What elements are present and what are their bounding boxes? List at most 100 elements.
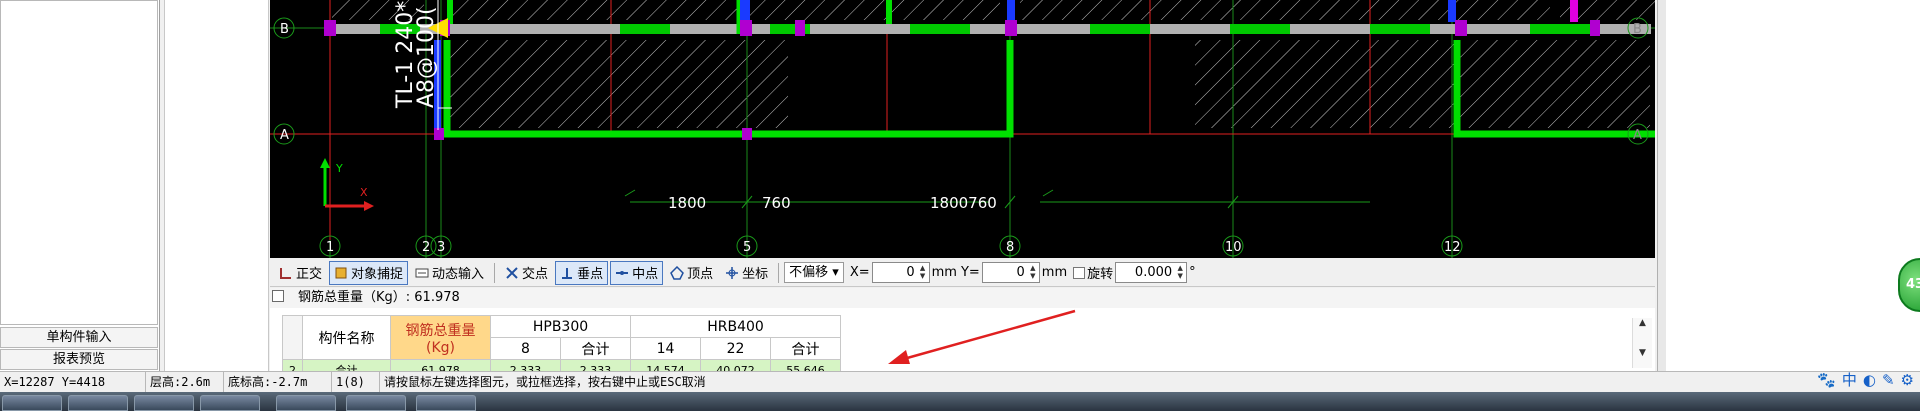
taskbar-button[interactable] xyxy=(346,395,406,411)
column-header-hpb300-8[interactable]: 8 xyxy=(490,337,561,360)
intersection-label: 交点 xyxy=(522,267,549,282)
perpendicular-label: 垂点 xyxy=(577,267,604,282)
column-header-hpb300[interactable]: HPB300 xyxy=(490,315,631,338)
object-snap-icon xyxy=(334,266,348,280)
intersection-snap-toggle[interactable]: 交点 xyxy=(500,261,553,285)
column-header-hrb400[interactable]: HRB400 xyxy=(630,315,841,338)
right-panel xyxy=(1657,0,1920,371)
rebar-result-panel: 钢筋总重量（Kg）: 61.978 构件名称 钢筋总重量(Kg) HPB300 … xyxy=(270,288,1655,382)
collapse-icon[interactable] xyxy=(272,290,284,302)
rebar-total-title: 钢筋总重量（Kg）: 61.978 xyxy=(270,288,1655,308)
vertex-snap-toggle[interactable]: 顶点 xyxy=(665,261,718,285)
taskbar-button[interactable] xyxy=(276,395,336,411)
beam-label-line2: A8@100( xyxy=(414,6,439,108)
component-list-panel: 单构件输入 报表预览 xyxy=(0,0,160,371)
status-hint: 请按鼠标左键选择图元，或拉框选择，按右键中止或ESC取消 xyxy=(384,374,706,389)
coordinate-label: 坐标 xyxy=(742,267,769,282)
annotation-arrow xyxy=(888,309,1076,364)
taskbar-button[interactable] xyxy=(416,395,476,411)
ucs-x-label: X xyxy=(360,186,368,199)
axis-label-col-3: 3 xyxy=(437,240,445,255)
axis-label-col-1: 1 xyxy=(326,240,334,255)
column-header-hrb400-sum[interactable]: 合计 xyxy=(770,337,841,360)
ime-chinese-icon[interactable]: 中 xyxy=(1842,369,1857,390)
axis-label-col-12: 12 xyxy=(1444,240,1461,255)
app-window: 单构件输入 报表预览 B A B A 1 2 3 5 8 10 12 1800 … xyxy=(0,0,1920,411)
component-tree[interactable] xyxy=(0,0,158,325)
ucs-y-label: Y xyxy=(335,162,343,175)
axis-label-a: A xyxy=(280,128,289,143)
offset-mode-dropdown[interactable]: 不偏移 ▾ xyxy=(784,262,844,283)
rebar-total-text: 钢筋总重量（Kg）: 61.978 xyxy=(298,290,460,305)
dynamic-input-icon xyxy=(415,266,429,280)
x-offset-spinner[interactable]: ▲ ▼ xyxy=(918,264,928,281)
floor-height: 层高:2.6m xyxy=(146,371,224,393)
axis-label-col-5: 5 xyxy=(743,240,751,255)
report-preview-button[interactable]: 报表预览 xyxy=(0,349,158,370)
axis-label-a-right: A xyxy=(1633,128,1642,143)
column-header-hpb300-sum[interactable]: 合计 xyxy=(560,337,631,360)
perpendicular-snap-toggle[interactable]: 垂点 xyxy=(555,260,609,285)
column-header-hrb400-14[interactable]: 14 xyxy=(630,337,701,360)
x-offset-value: 0 xyxy=(906,265,915,280)
pen-icon[interactable]: ✎ xyxy=(1882,371,1895,389)
x-offset-input[interactable]: 0 ▲ ▼ xyxy=(871,262,930,283)
x-label: X= xyxy=(849,265,870,280)
vertex-icon xyxy=(670,265,685,280)
property-panel xyxy=(164,0,269,371)
dimension-760: 760 xyxy=(762,194,791,212)
toolbar-separator xyxy=(494,262,496,283)
taskbar-button[interactable] xyxy=(200,395,260,411)
midpoint-label: 中点 xyxy=(632,267,659,282)
y-unit-label: mm xyxy=(1041,265,1068,280)
taskbar-button[interactable] xyxy=(2,395,62,411)
orthogonal-label: 正交 xyxy=(296,267,323,282)
midpoint-snap-toggle[interactable]: 中点 xyxy=(610,260,664,285)
coordinate-icon xyxy=(725,266,739,280)
taskbar-button[interactable] xyxy=(68,395,128,411)
bottom-elevation: 底标高:-2.7m xyxy=(224,371,332,393)
rotate-angle-spinner[interactable]: ▲ ▼ xyxy=(1175,264,1185,281)
midpoint-icon xyxy=(615,266,629,280)
settings-icon[interactable]: ⚙ xyxy=(1901,371,1914,389)
y-offset-input[interactable]: 0 ▲ ▼ xyxy=(981,262,1040,283)
rotate-checkbox[interactable] xyxy=(1073,266,1086,279)
os-taskbar xyxy=(0,392,1920,411)
y-offset-spinner[interactable]: ▲ ▼ xyxy=(1028,264,1038,281)
dynamic-input-label: 动态输入 xyxy=(432,267,485,282)
dimension-1800: 1800 xyxy=(668,194,706,212)
drawing-canvas[interactable]: B A B A 1 2 3 5 8 10 12 1800 760 1800760… xyxy=(270,0,1655,258)
rotate-angle-input[interactable]: 0.000 ▲ ▼ xyxy=(1115,262,1188,283)
snap-toolbar: 正交 对象捕捉 动态输入 交点 垂点 中点 顶点 坐标 不偏移 ▾ X= 0 ▲… xyxy=(270,259,1655,287)
half-width-icon[interactable]: ◐ xyxy=(1863,371,1876,389)
intersection-icon xyxy=(505,266,519,280)
cursor-coordinates: X=12287 Y=4418 xyxy=(0,371,146,393)
degree-label: ° xyxy=(1189,265,1196,280)
rotate-angle-value: 0.000 xyxy=(1134,265,1173,280)
status-bar: X=12287 Y=4418 层高:2.6m 底标高:-2.7m 1(8) 请按… xyxy=(0,371,1920,393)
axis-label-col-10: 10 xyxy=(1225,240,1242,255)
floor-index: 1(8) xyxy=(332,371,380,393)
x-unit-label: mm xyxy=(931,265,957,280)
orthogonal-toggle[interactable]: 正交 xyxy=(274,261,327,285)
axis-label-b-right: B xyxy=(1633,22,1642,37)
single-component-input-button[interactable]: 单构件输入 xyxy=(0,327,158,348)
table-vertical-scrollbar[interactable]: ▲ ▼ xyxy=(1632,318,1652,368)
y-offset-value: 0 xyxy=(1016,265,1025,280)
perpendicular-icon xyxy=(560,266,574,280)
right-panel-scrollbar[interactable] xyxy=(1658,0,1666,371)
dynamic-input-toggle[interactable]: 动态输入 xyxy=(410,261,489,285)
row-index-header xyxy=(282,315,303,360)
paw-icon[interactable]: 🐾 xyxy=(1817,371,1836,389)
orthogonal-icon xyxy=(279,266,293,280)
axis-label-b: B xyxy=(280,22,289,37)
object-snap-toggle[interactable]: 对象捕捉 xyxy=(329,260,409,285)
ime-tray: 🐾 中 ◐ ✎ ⚙ xyxy=(1817,369,1914,390)
coordinate-snap-toggle[interactable]: 坐标 xyxy=(720,261,773,285)
column-header-hrb400-22[interactable]: 22 xyxy=(700,337,771,360)
taskbar-button[interactable] xyxy=(134,395,194,411)
toolbar-separator xyxy=(778,262,780,283)
object-snap-label: 对象捕捉 xyxy=(351,267,404,282)
column-header-total-weight[interactable]: 钢筋总重量(Kg) xyxy=(390,315,491,360)
column-header-name[interactable]: 构件名称 xyxy=(302,315,391,360)
